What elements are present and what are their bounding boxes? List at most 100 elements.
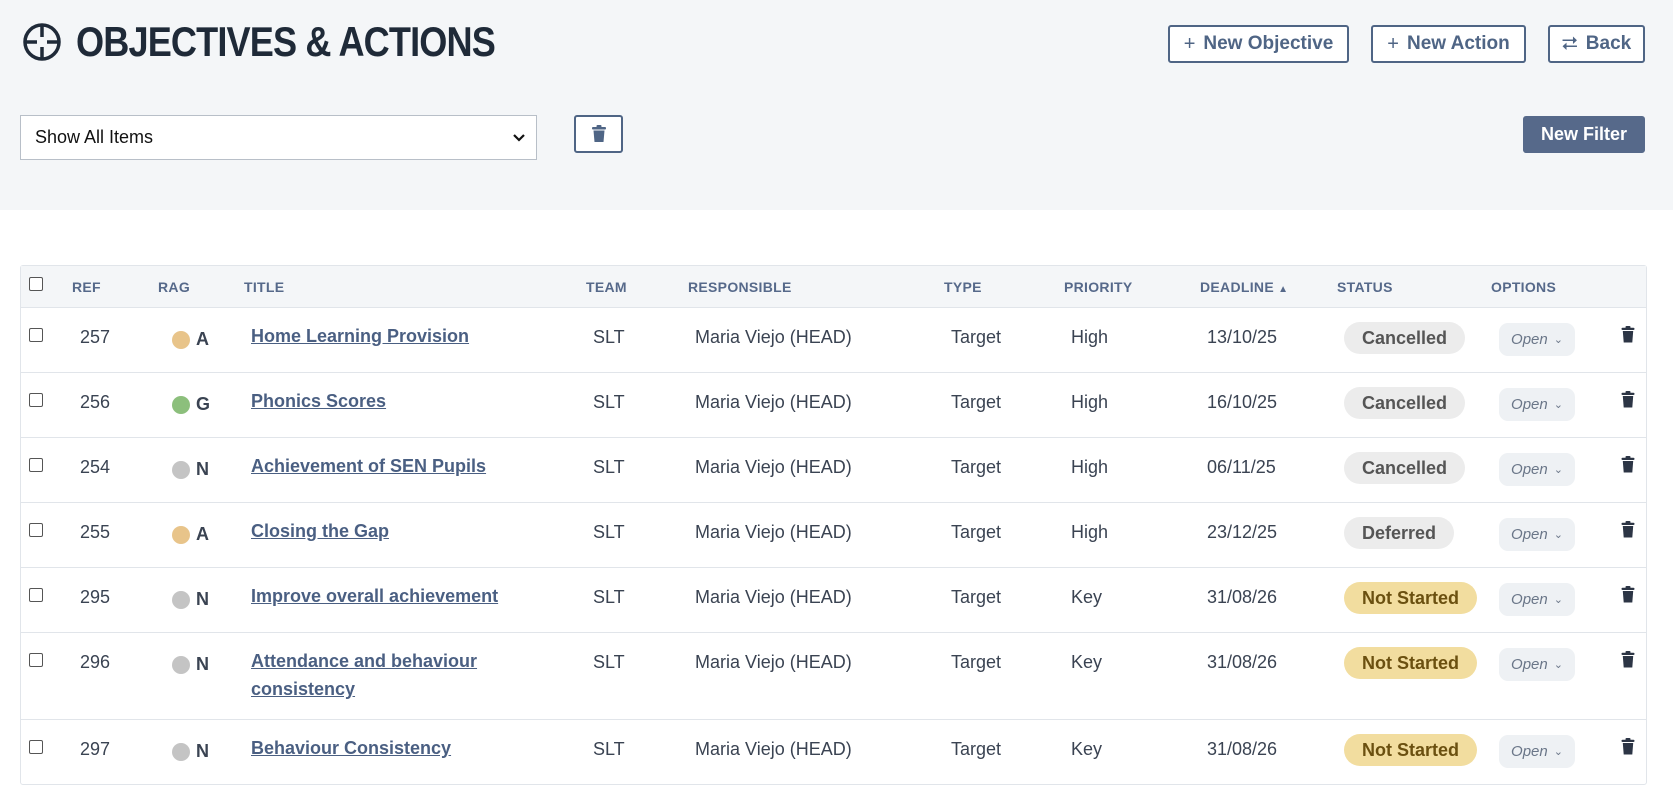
row-checkbox[interactable] [29,740,43,754]
row-checkbox[interactable] [29,328,43,342]
col-responsible[interactable]: RESPONSIBLE [688,279,792,295]
row-checkbox[interactable] [29,458,43,472]
row-checkbox[interactable] [29,653,43,667]
status-badge: Cancelled [1344,452,1466,484]
objective-title-link[interactable]: Closing the Gap [251,517,551,545]
options-dropdown[interactable]: Open ⌄ [1499,323,1575,356]
page-header: OBJECTIVES & ACTIONS + New Objective + N… [0,0,1673,210]
objective-title-link[interactable]: Attendance and behaviour consistency [251,647,551,703]
type-cell: Target [951,392,1002,412]
filter-select[interactable]: Show All Items [20,115,537,160]
type-cell: Target [951,587,1002,607]
options-dropdown[interactable]: Open ⌄ [1499,518,1575,551]
ref-cell: 257 [80,327,111,347]
chevron-down-icon: ⌄ [1553,334,1563,346]
priority-cell: Key [1071,739,1103,759]
plus-icon: + [1387,32,1399,55]
sort-asc-icon: ▲ [1278,284,1289,295]
row-checkbox[interactable] [29,588,43,602]
objective-title-link[interactable]: Achievement of SEN Pupils [251,452,551,480]
back-arrow-icon: ⮂ [1561,32,1578,55]
trash-icon [591,125,606,142]
trash-icon[interactable] [1621,586,1635,603]
team-cell: SLT [593,392,625,412]
options-dropdown[interactable]: Open ⌄ [1499,388,1575,421]
team-cell: SLT [593,587,625,607]
trash-icon[interactable] [1621,456,1635,473]
objective-title-link[interactable]: Behaviour Consistency [251,734,551,762]
chevron-down-icon: ⌄ [1553,529,1563,541]
responsible-cell: Maria Viejo (HEAD) [695,522,852,542]
rag-letter: G [196,394,211,414]
crosshair-icon [23,23,61,61]
options-label: Open [1511,461,1548,478]
col-priority[interactable]: PRIORITY [1064,279,1133,295]
objective-title-link[interactable]: Improve overall achievement [251,582,551,610]
col-status[interactable]: STATUS [1337,279,1393,295]
rag-dot [172,525,190,544]
team-cell: SLT [593,327,625,347]
options-dropdown[interactable]: Open ⌄ [1499,453,1575,486]
col-deadline-label: DEADLINE [1200,279,1274,295]
deadline-cell: 06/11/25 [1207,457,1276,477]
deadline-cell: 31/08/26 [1207,739,1278,759]
responsible-cell: Maria Viejo (HEAD) [695,587,852,607]
options-dropdown[interactable]: Open ⌄ [1499,735,1575,768]
table-row: 296 N Attendance and behaviour consistency… [21,633,1646,720]
col-title[interactable]: TITLE [244,279,284,295]
chevron-down-icon: ⌄ [1553,594,1563,606]
ref-cell: 296 [80,652,111,672]
col-rag[interactable]: RAG [158,279,190,295]
new-objective-button[interactable]: + New Objective [1168,25,1349,63]
options-dropdown[interactable]: Open ⌄ [1499,648,1575,681]
back-button[interactable]: ⮂ Back [1548,25,1645,63]
trash-icon[interactable] [1621,738,1635,755]
status-badge: Cancelled [1344,387,1466,419]
select-all-checkbox[interactable] [29,277,43,291]
col-team[interactable]: TEAM [586,279,627,295]
responsible-cell: Maria Viejo (HEAD) [695,457,852,477]
objective-title-link[interactable]: Phonics Scores [251,387,551,415]
col-ref[interactable]: REF [72,279,101,295]
team-cell: SLT [593,652,625,672]
options-label: Open [1511,656,1548,673]
delete-filter-button[interactable] [574,115,623,153]
ref-cell: 255 [80,522,111,542]
table-row: 256 G Phonics Scores SLT Maria Viejo (HEAD) T… [21,373,1646,438]
rag-dot [172,330,190,349]
row-checkbox[interactable] [29,523,43,537]
rag-indicator: A [172,329,209,350]
new-action-button[interactable]: + New Action [1371,25,1526,63]
type-cell: Target [951,457,1002,477]
col-type[interactable]: TYPE [944,279,982,295]
priority-cell: Key [1071,587,1103,607]
trash-icon[interactable] [1621,521,1635,538]
options-label: Open [1511,526,1548,543]
deadline-cell: 31/08/26 [1207,652,1278,672]
title-wrap: OBJECTIVES & ACTIONS [22,18,563,66]
rag-indicator: N [172,741,209,762]
type-cell: Target [951,652,1002,672]
trash-icon[interactable] [1621,651,1635,668]
new-filter-button[interactable]: New Filter [1523,116,1645,153]
ref-cell: 297 [80,739,111,759]
responsible-cell: Maria Viejo (HEAD) [695,652,852,672]
filter-select-value: Show All Items [35,127,154,147]
options-label: Open [1511,331,1548,348]
rag-dot [172,742,190,761]
col-options: OPTIONS [1491,279,1557,295]
rag-indicator: A [172,524,209,545]
row-checkbox[interactable] [29,393,43,407]
table-header: REF RAG TITLE TEAM RESPONSIBLE TYPE PRIO… [21,266,1646,308]
rag-indicator: G [172,394,210,415]
trash-icon[interactable] [1621,326,1635,343]
table-row: 254 N Achievement of SEN Pupils SLT Maria Vi… [21,438,1646,503]
col-deadline[interactable]: DEADLINE ▲ [1200,279,1288,295]
rag-dot [172,460,190,479]
deadline-cell: 13/10/25 [1207,327,1278,347]
objective-title-link[interactable]: Home Learning Provision [251,322,551,350]
rag-dot [172,655,190,674]
options-dropdown[interactable]: Open ⌄ [1499,583,1575,616]
trash-icon[interactable] [1621,391,1635,408]
rag-letter: N [196,459,209,479]
